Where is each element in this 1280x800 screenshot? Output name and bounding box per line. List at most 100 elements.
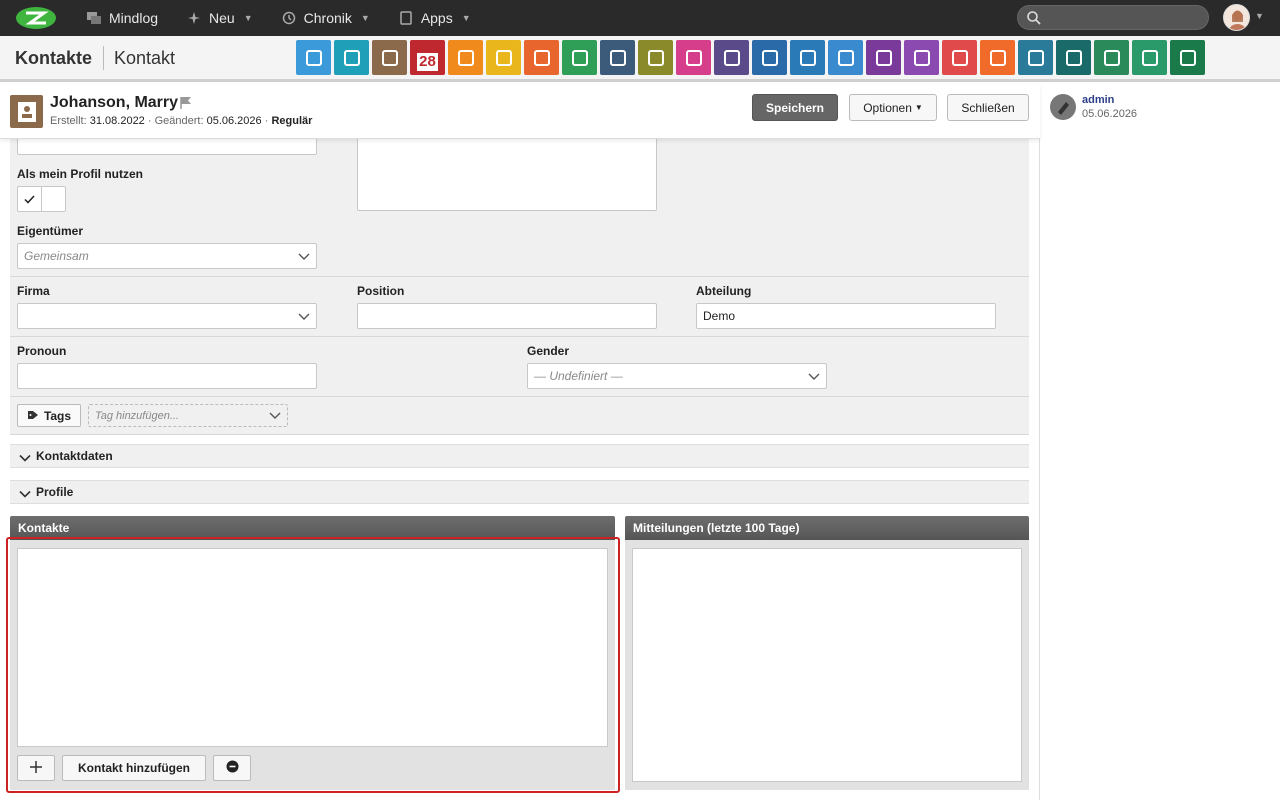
reception-icon[interactable] <box>676 40 711 75</box>
flag-icon[interactable] <box>179 96 193 113</box>
search-icon <box>1026 10 1042 29</box>
tasks-icon[interactable] <box>486 40 521 75</box>
tag-icon <box>27 409 39 423</box>
department-field[interactable]: Demo <box>696 303 996 329</box>
documents-icon[interactable] <box>638 40 673 75</box>
activity-user[interactable]: admin <box>1082 94 1114 106</box>
company-label: Firma <box>17 284 50 298</box>
company-select[interactable] <box>17 303 317 329</box>
chevron-down-icon <box>19 452 31 466</box>
pronoun-field[interactable] <box>17 363 317 389</box>
calendar-icon[interactable]: 28 <box>410 40 445 75</box>
breadcrumb-module[interactable]: Kontakte <box>15 48 92 69</box>
calendar-day: 28 <box>417 52 438 71</box>
messages-panel-header: Mitteilungen (letzte 100 Tage) <box>625 516 1029 540</box>
contracts-icon[interactable] <box>866 40 901 75</box>
contacts-icon[interactable] <box>372 40 407 75</box>
support-icon[interactable] <box>790 40 825 75</box>
gender-value: — Undefiniert — <box>534 369 623 383</box>
app-launcher-bar: 28 <box>296 40 1205 75</box>
pdf-icon[interactable] <box>942 40 977 75</box>
download-icon[interactable] <box>1018 40 1053 75</box>
nav-chronik[interactable]: Chronik ▼ <box>281 10 370 26</box>
save-button[interactable]: Speichern <box>752 94 838 121</box>
nav-chronik-label: Chronik <box>303 10 352 26</box>
owner-select[interactable]: Gemeinsam <box>17 243 317 269</box>
address-book-icon[interactable] <box>334 40 369 75</box>
chevron-down-icon: ▼ <box>914 103 923 112</box>
record-title: Johanson, Marry <box>50 94 179 111</box>
record-meta: Erstellt: 31.08.2022 · Geändert: 05.06.2… <box>50 115 312 127</box>
owner-label: Eigentümer <box>17 224 84 238</box>
notes-icon[interactable] <box>562 40 597 75</box>
gender-select[interactable]: — Undefiniert — <box>527 363 827 389</box>
email-icon[interactable] <box>296 40 331 75</box>
breadcrumb-divider <box>103 46 104 70</box>
position-field[interactable] <box>357 303 657 329</box>
broadcast-icon[interactable] <box>980 40 1015 75</box>
messages-list[interactable] <box>632 548 1022 782</box>
tag-input[interactable]: Tag hinzufügen... <box>88 404 288 427</box>
chevron-down-icon: ▼ <box>461 13 471 23</box>
tablet-icon <box>398 11 414 25</box>
contacts-list[interactable] <box>17 548 608 747</box>
use-profile-label: Als mein Profil nutzen <box>17 167 144 181</box>
nav-mindlog-label: Mindlog <box>109 10 159 26</box>
projects-icon[interactable] <box>524 40 559 75</box>
divider <box>10 434 1029 435</box>
database-icon[interactable] <box>1170 40 1205 75</box>
add-icon-button[interactable] <box>17 755 55 781</box>
divider <box>10 396 1029 397</box>
nav-neu[interactable]: Neu ▼ <box>186 10 253 26</box>
breadcrumb-page: Kontakt <box>114 48 176 68</box>
nav-neu-label: Neu <box>209 10 235 26</box>
chevron-down-icon <box>269 411 281 424</box>
close-button[interactable]: Schließen <box>947 94 1029 121</box>
deals-icon[interactable] <box>904 40 939 75</box>
cash-icon[interactable] <box>1094 40 1129 75</box>
chevron-down-icon[interactable]: ▼ <box>1255 11 1264 21</box>
chevron-down-icon <box>298 251 310 265</box>
module-header: Kontakte Kontakt 28 <box>0 36 1280 82</box>
price-tag-icon[interactable] <box>1132 40 1167 75</box>
global-search-input[interactable] <box>1017 5 1209 30</box>
options-button[interactable]: Optionen ▼ <box>849 94 937 121</box>
section-profile[interactable]: Profile <box>10 480 1029 504</box>
position-label: Position <box>357 284 405 298</box>
chevron-down-icon: ▼ <box>243 13 253 23</box>
plus-icon <box>29 760 43 777</box>
section-contact-data-label: Kontaktdaten <box>36 449 113 463</box>
nav-mindlog[interactable]: Mindlog <box>86 10 158 26</box>
notes-textarea[interactable] <box>357 129 657 211</box>
chat-icon <box>86 11 102 25</box>
delivery-icon[interactable] <box>752 40 787 75</box>
check-icon <box>18 187 42 211</box>
chevron-down-icon: ▼ <box>360 13 370 23</box>
user-avatar[interactable] <box>1223 4 1250 31</box>
created-label: Erstellt: <box>50 115 87 127</box>
options-label: Optionen <box>863 100 912 115</box>
bookmark-icon[interactable] <box>600 40 635 75</box>
finance-icon[interactable] <box>714 40 749 75</box>
activity-date: 05.06.2026 <box>1082 108 1138 120</box>
activity-sidebar: admin 05.06.2026 <box>1039 85 1280 800</box>
contacts-panel-header: Kontakte <box>10 516 615 540</box>
shipping-icon[interactable] <box>1056 40 1091 75</box>
use-profile-toggle[interactable] <box>17 186 66 212</box>
gender-label: Gender <box>527 344 570 358</box>
divider <box>10 336 1029 337</box>
divider <box>10 276 1029 277</box>
remove-button[interactable] <box>213 755 251 781</box>
money-bag-icon[interactable] <box>828 40 863 75</box>
chevron-down-icon <box>808 371 820 385</box>
section-profile-label: Profile <box>36 485 74 499</box>
meta-separator: · <box>147 115 152 127</box>
nav-apps[interactable]: Apps ▼ <box>398 10 471 26</box>
tags-button[interactable]: Tags <box>17 404 81 427</box>
chevron-down-icon <box>298 311 310 325</box>
meta-separator: · <box>264 115 269 127</box>
app-logo-icon[interactable] <box>14 5 58 31</box>
section-contact-data[interactable]: Kontaktdaten <box>10 444 1029 468</box>
timer-icon[interactable] <box>448 40 483 75</box>
add-contact-button[interactable]: Kontakt hinzufügen <box>62 755 206 781</box>
